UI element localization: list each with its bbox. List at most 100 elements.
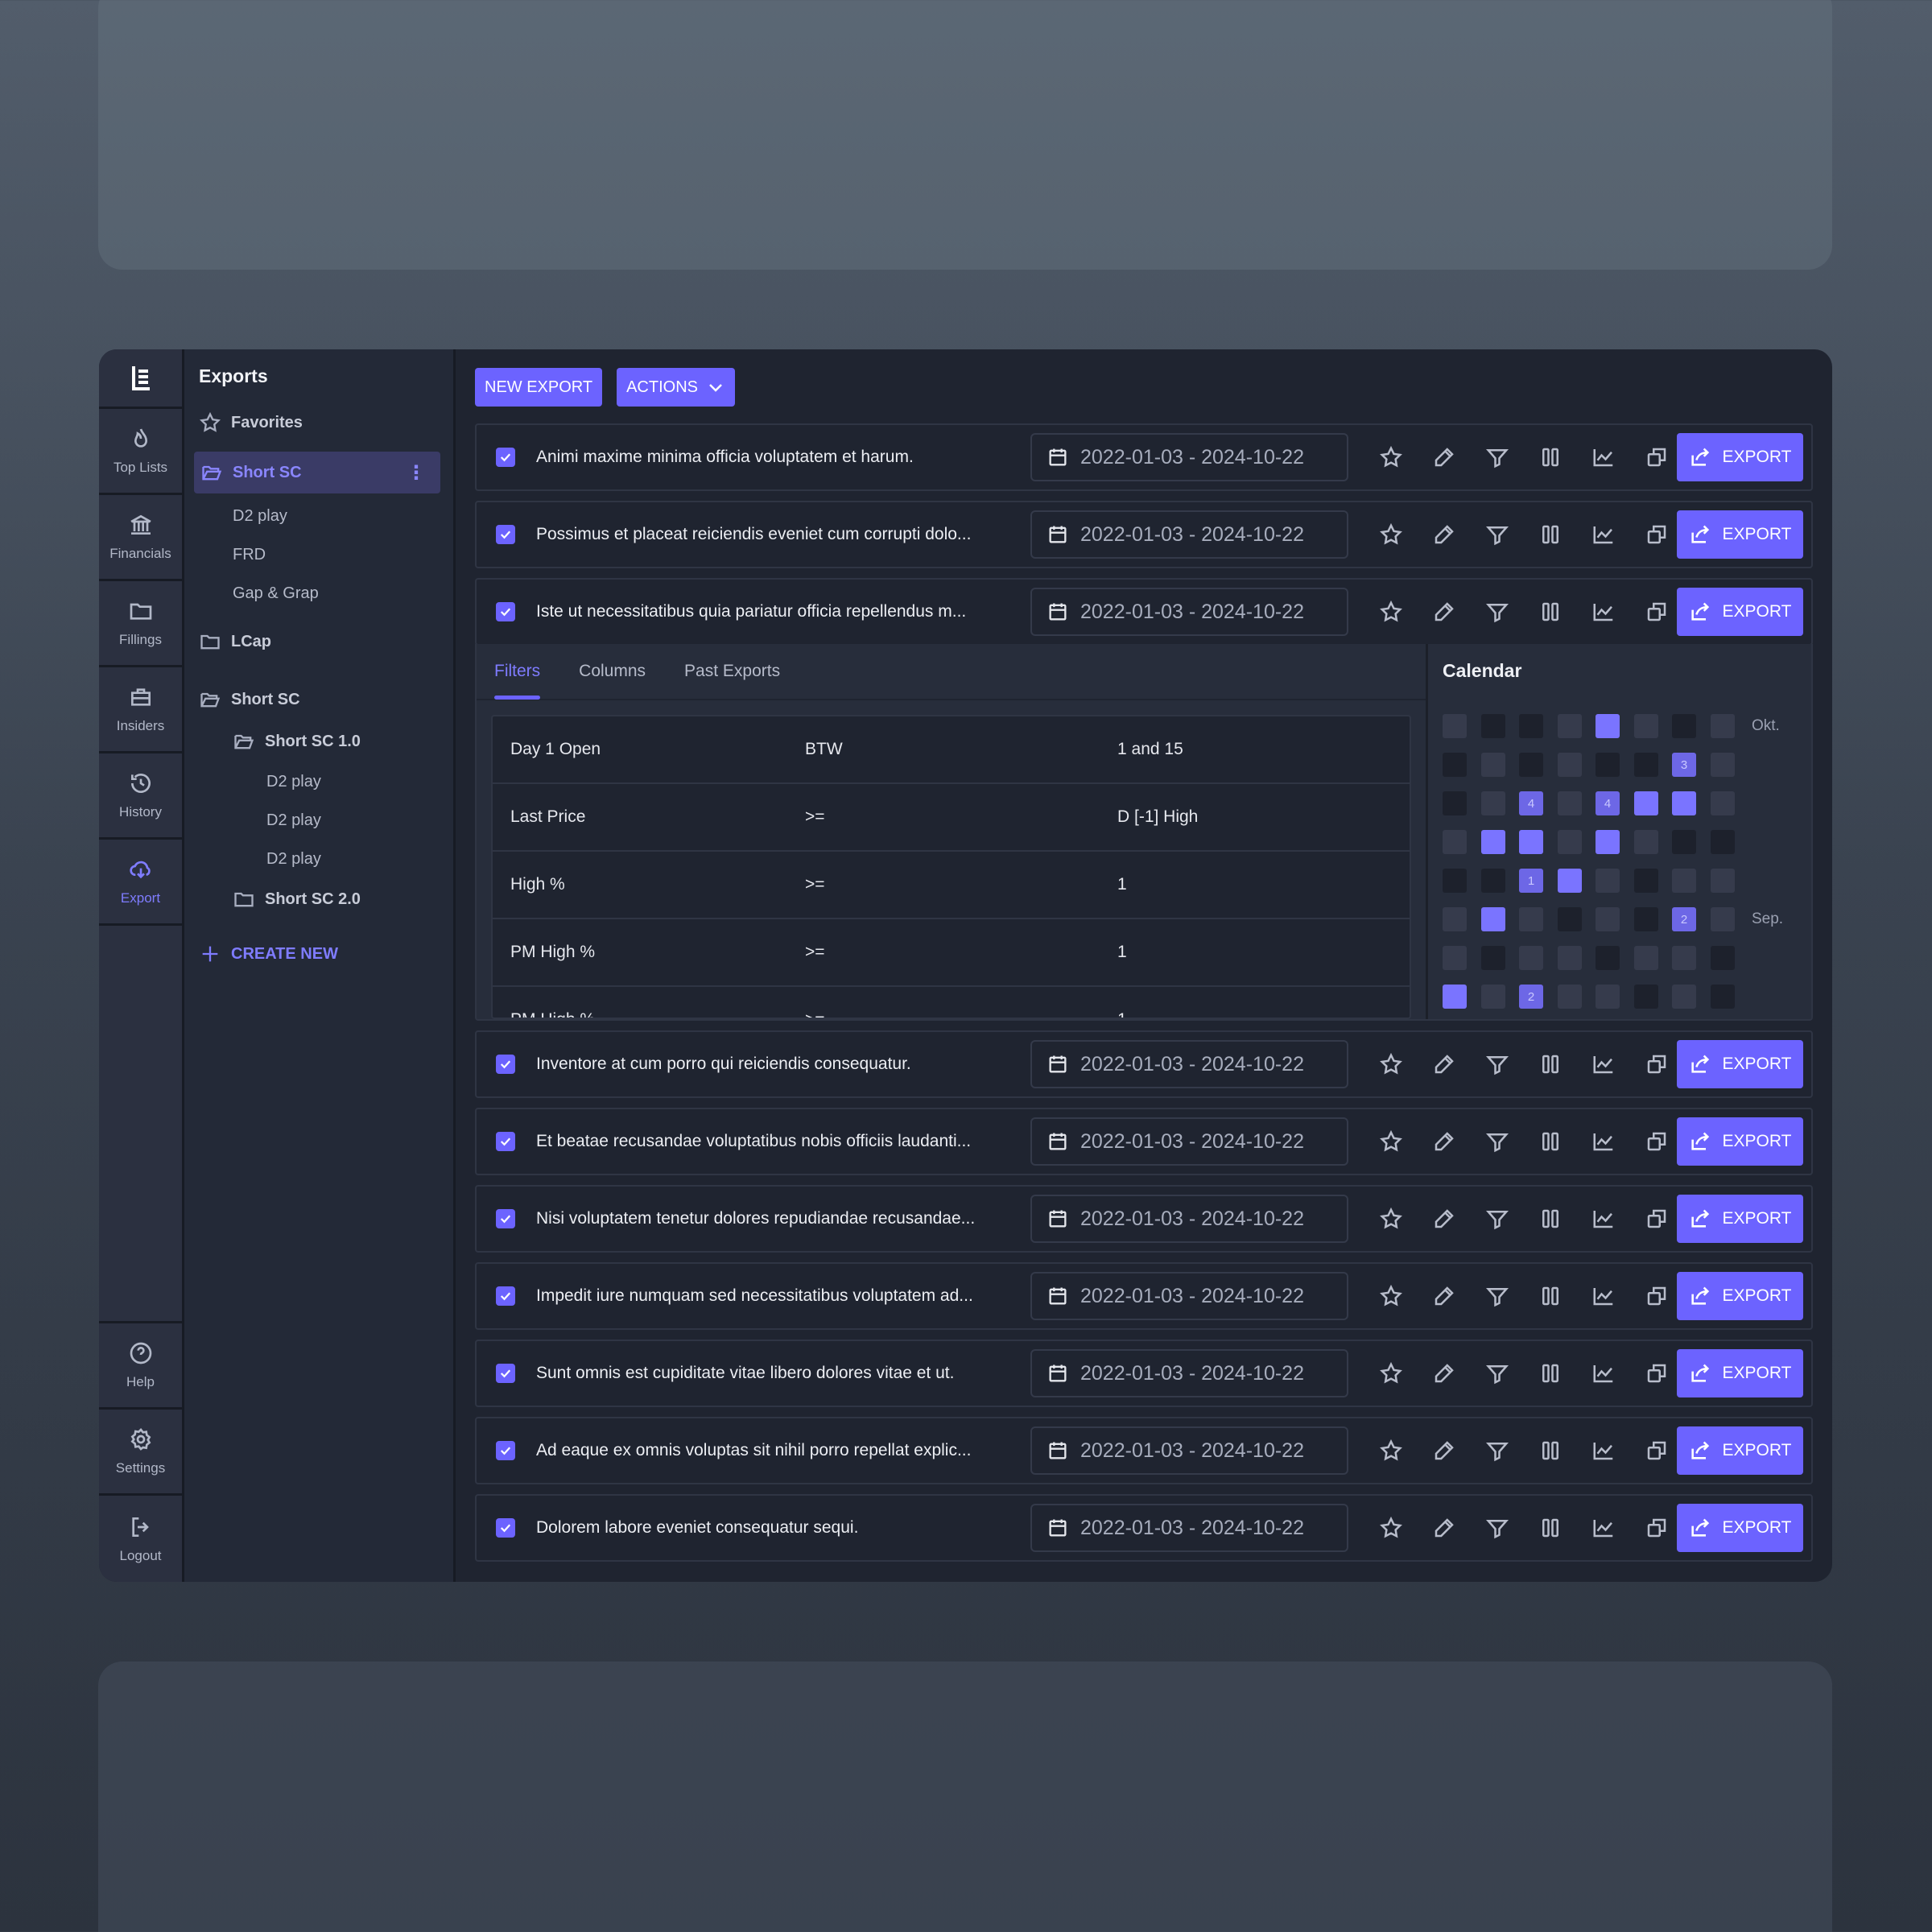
filter-icon-button[interactable] [1485, 1129, 1509, 1154]
date-range-picker[interactable]: 2022-01-03 - 2024-10-22 [1030, 1349, 1348, 1397]
columns-icon-button[interactable] [1538, 1516, 1563, 1540]
export-title[interactable]: Dolorem labore eveniet consequatur sequi… [536, 1518, 1003, 1538]
rail-help[interactable]: Help [99, 1323, 182, 1410]
row-checkbox[interactable] [496, 1518, 515, 1538]
copy-icon-button[interactable] [1645, 1361, 1669, 1385]
calendar-day[interactable] [1557, 830, 1582, 854]
calendar-day[interactable] [1672, 869, 1696, 893]
calendar-day[interactable] [1710, 985, 1735, 1009]
export-button[interactable]: EXPORT [1677, 1504, 1803, 1552]
calendar-day[interactable] [1557, 907, 1582, 931]
copy-icon-button[interactable] [1645, 1284, 1669, 1308]
rail-settings[interactable]: Settings [99, 1410, 182, 1496]
rail-insiders[interactable]: Insiders [99, 667, 182, 753]
export-title[interactable]: Ad eaque ex omnis voluptas sit nihil por… [536, 1441, 1003, 1460]
calendar-day[interactable] [1633, 985, 1658, 1009]
pencil-icon-button[interactable] [1432, 1361, 1456, 1385]
export-button[interactable]: EXPORT [1677, 1349, 1803, 1397]
calendar-day[interactable] [1710, 869, 1735, 893]
row-checkbox[interactable] [496, 602, 515, 621]
tab-columns[interactable]: Columns [579, 643, 646, 700]
rail-history[interactable]: History [99, 753, 182, 840]
export-title[interactable]: Impedit iure numquam sed necessitatibus … [536, 1286, 1003, 1306]
calendar-day[interactable] [1710, 946, 1735, 970]
tree-short-sc-selected[interactable]: Short SC ⋮ [194, 452, 440, 493]
filter-row[interactable]: Last Price >= D [-1] High [493, 784, 1410, 852]
filter-row[interactable]: High % >= 1 [493, 852, 1410, 919]
calendar-day[interactable] [1633, 869, 1658, 893]
pencil-icon-button[interactable] [1432, 1516, 1456, 1540]
date-range-picker[interactable]: 2022-01-03 - 2024-10-22 [1030, 1504, 1348, 1552]
columns-icon-button[interactable] [1538, 1052, 1563, 1076]
tree-leaf[interactable]: D2 play [266, 840, 453, 878]
pencil-icon-button[interactable] [1432, 1207, 1456, 1231]
filter-icon-button[interactable] [1485, 1052, 1509, 1076]
calendar-day[interactable] [1633, 714, 1658, 738]
calendar-day[interactable] [1480, 985, 1505, 1009]
pencil-icon-button[interactable] [1432, 1439, 1456, 1463]
line-chart-icon-button[interactable] [1591, 1207, 1616, 1231]
line-chart-icon-button[interactable] [1591, 600, 1616, 624]
row-checkbox[interactable] [496, 1209, 515, 1228]
tree-leaf[interactable]: D2 play [266, 801, 453, 840]
date-range-picker[interactable]: 2022-01-03 - 2024-10-22 [1030, 1195, 1348, 1243]
copy-icon-button[interactable] [1645, 1516, 1669, 1540]
actions-button[interactable]: ACTIONS [617, 368, 735, 407]
filter-icon-button[interactable] [1485, 522, 1509, 547]
tree-short-sc-2[interactable]: Short SC 2.0 [184, 878, 453, 920]
filter-icon-button[interactable] [1485, 1284, 1509, 1308]
line-chart-icon-button[interactable] [1591, 1052, 1616, 1076]
calendar-day[interactable] [1672, 714, 1696, 738]
row-checkbox[interactable] [496, 1055, 515, 1074]
calendar-day[interactable] [1557, 753, 1582, 777]
columns-icon-button[interactable] [1538, 1207, 1563, 1231]
tree-leaf[interactable]: Gap & Grap [233, 574, 453, 613]
calendar-day[interactable] [1672, 985, 1696, 1009]
calendar-day[interactable] [1633, 791, 1658, 815]
export-title[interactable]: Sunt omnis est cupiditate vitae libero d… [536, 1364, 1003, 1383]
pencil-icon-button[interactable] [1432, 445, 1456, 469]
rail-financials[interactable]: Financials [99, 495, 182, 581]
calendar-day[interactable] [1672, 830, 1696, 854]
calendar-day[interactable] [1710, 907, 1735, 931]
calendar-day[interactable] [1443, 946, 1467, 970]
filter-icon-button[interactable] [1485, 1516, 1509, 1540]
date-range-picker[interactable]: 2022-01-03 - 2024-10-22 [1030, 1426, 1348, 1475]
calendar-day[interactable] [1443, 869, 1467, 893]
columns-icon-button[interactable] [1538, 1439, 1563, 1463]
calendar-day[interactable] [1596, 830, 1620, 854]
calendar-day[interactable] [1519, 714, 1543, 738]
export-button[interactable]: EXPORT [1677, 1426, 1803, 1475]
export-title[interactable]: Possimus et placeat reiciendis eveniet c… [536, 525, 1003, 544]
columns-icon-button[interactable] [1538, 445, 1563, 469]
tab-filters[interactable]: Filters [494, 643, 541, 700]
filter-row[interactable]: PM High %>=1 [493, 987, 1410, 1018]
calendar-day[interactable] [1596, 946, 1620, 970]
copy-icon-button[interactable] [1645, 1052, 1669, 1076]
calendar-day[interactable] [1633, 753, 1658, 777]
calendar-day[interactable] [1443, 985, 1467, 1009]
export-title[interactable]: Nisi voluptatem tenetur dolores repudian… [536, 1209, 1003, 1228]
line-chart-icon-button[interactable] [1591, 1439, 1616, 1463]
star-icon-button[interactable] [1379, 1284, 1403, 1308]
calendar-day[interactable] [1710, 830, 1735, 854]
star-icon-button[interactable] [1379, 445, 1403, 469]
calendar-day[interactable] [1519, 907, 1543, 931]
star-icon-button[interactable] [1379, 1516, 1403, 1540]
calendar-day[interactable] [1480, 869, 1505, 893]
calendar-day[interactable]: 3 [1672, 753, 1696, 777]
logo[interactable] [99, 349, 182, 409]
date-range-picker[interactable]: 2022-01-03 - 2024-10-22 [1030, 1272, 1348, 1320]
row-checkbox[interactable] [496, 525, 515, 544]
calendar-day[interactable] [1596, 753, 1620, 777]
date-range-picker[interactable]: 2022-01-03 - 2024-10-22 [1030, 1117, 1348, 1166]
calendar-day[interactable]: 1 [1519, 869, 1543, 893]
export-title[interactable]: Inventore at cum porro qui reiciendis co… [536, 1055, 1003, 1074]
pencil-icon-button[interactable] [1432, 600, 1456, 624]
export-button[interactable]: EXPORT [1677, 510, 1803, 559]
pencil-icon-button[interactable] [1432, 1284, 1456, 1308]
calendar-day[interactable] [1557, 714, 1582, 738]
columns-icon-button[interactable] [1538, 1129, 1563, 1154]
calendar-day[interactable] [1596, 869, 1620, 893]
row-checkbox[interactable] [496, 1132, 515, 1151]
